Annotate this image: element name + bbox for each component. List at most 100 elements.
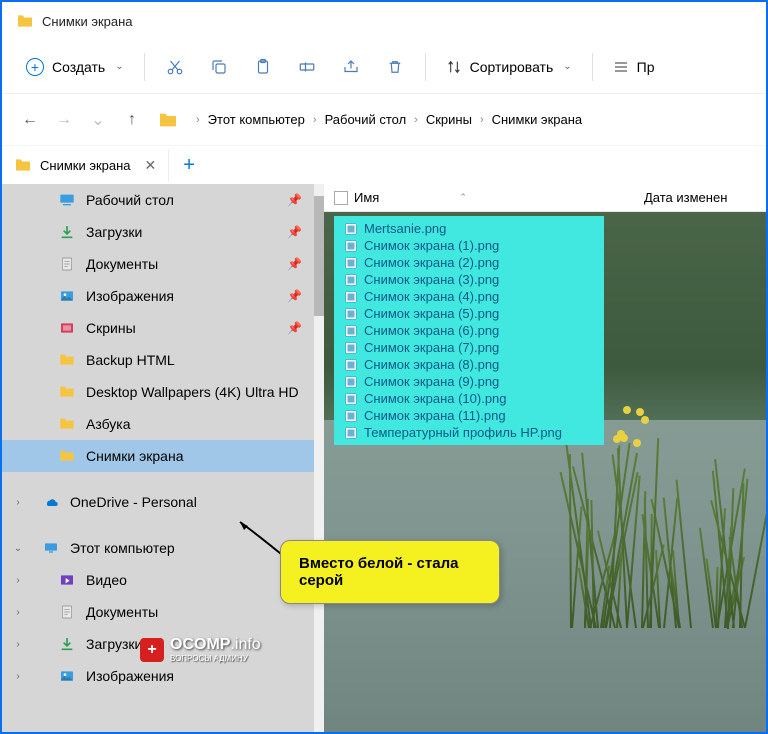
screenshot-icon bbox=[58, 320, 76, 336]
folder-icon bbox=[16, 14, 34, 28]
document-icon bbox=[58, 604, 76, 620]
view-icon bbox=[613, 59, 629, 75]
sidebar-item-label: Изображения bbox=[86, 668, 174, 684]
sidebar-item[interactable]: › Документы bbox=[2, 596, 314, 628]
titlebar: Снимки экрана bbox=[2, 2, 766, 40]
sidebar-onedrive[interactable]: ›OneDrive - Personal bbox=[2, 486, 314, 518]
file-item[interactable]: Снимок экрана (9).png bbox=[342, 373, 596, 390]
folder-icon bbox=[58, 352, 76, 368]
sidebar-item[interactable]: Скрины📌 bbox=[2, 312, 314, 344]
sidebar-item-label: Документы bbox=[86, 604, 158, 620]
file-item[interactable]: Снимок экрана (10).png bbox=[342, 390, 596, 407]
file-item[interactable]: Снимок экрана (2).png bbox=[342, 254, 596, 271]
expand-icon[interactable]: › bbox=[10, 639, 26, 650]
sidebar-item[interactable]: Документы📌 bbox=[2, 248, 314, 280]
rename-button[interactable] bbox=[287, 49, 327, 85]
scrollbar-thumb[interactable] bbox=[314, 196, 324, 316]
copy-button[interactable] bbox=[199, 49, 239, 85]
image-file-icon bbox=[344, 307, 358, 321]
view-button[interactable]: Пр bbox=[603, 53, 665, 81]
sidebar-item-label: Backup HTML bbox=[86, 352, 175, 368]
selected-files: Mertsanie.pngСнимок экрана (1).pngСнимок… bbox=[334, 216, 604, 445]
select-all-checkbox[interactable] bbox=[334, 191, 348, 205]
separator bbox=[425, 53, 426, 81]
close-icon[interactable]: ✕ bbox=[145, 157, 157, 174]
sort-button[interactable]: Сортировать ⌄ bbox=[436, 53, 582, 81]
file-item[interactable]: Снимок экрана (7).png bbox=[342, 339, 596, 356]
sort-asc-icon: ⌃ bbox=[459, 192, 467, 203]
sidebar-item[interactable]: Desktop Wallpapers (4K) Ultra HD bbox=[2, 376, 314, 408]
sidebar-item[interactable]: Снимки экрана bbox=[2, 440, 314, 472]
content-area: Рабочий стол📌Загрузки📌Документы📌Изображе… bbox=[2, 184, 766, 732]
delete-button[interactable] bbox=[375, 49, 415, 85]
pin-icon: 📌 bbox=[287, 225, 302, 239]
file-name: Снимок экрана (3).png bbox=[364, 272, 499, 287]
scrollbar[interactable] bbox=[314, 184, 324, 732]
sidebar-item-label: Загрузки bbox=[86, 224, 142, 240]
forward-button[interactable]: → bbox=[50, 106, 78, 134]
document-icon bbox=[58, 256, 76, 272]
up-button[interactable]: ↑ bbox=[118, 106, 146, 134]
file-item[interactable]: Mertsanie.png bbox=[342, 220, 596, 237]
file-name: Снимок экрана (8).png bbox=[364, 357, 499, 372]
sort-label: Сортировать bbox=[470, 59, 554, 75]
new-tab-button[interactable]: + bbox=[169, 154, 209, 177]
back-button[interactable]: ← bbox=[16, 106, 44, 134]
col-name-label: Имя bbox=[354, 190, 379, 205]
expand-icon[interactable]: › bbox=[10, 607, 26, 618]
file-item[interactable]: Снимок экрана (8).png bbox=[342, 356, 596, 373]
image-file-icon bbox=[344, 290, 358, 304]
pc-icon bbox=[42, 540, 60, 556]
crumb[interactable]: Этот компьютер bbox=[206, 108, 307, 131]
background-wallpaper: Mertsanie.pngСнимок экрана (1).pngСнимок… bbox=[324, 212, 766, 732]
column-name[interactable]: Имя ⌃ bbox=[324, 186, 634, 209]
sidebar-item-label: Видео bbox=[86, 572, 127, 588]
chevron-down-icon: ⌄ bbox=[563, 61, 571, 72]
crumb[interactable]: Рабочий стол bbox=[323, 108, 409, 131]
watermark-badge: + bbox=[140, 638, 164, 662]
collapse-icon[interactable]: ⌄ bbox=[10, 543, 26, 554]
file-item[interactable]: Снимок экрана (5).png bbox=[342, 305, 596, 322]
share-button[interactable] bbox=[331, 49, 371, 85]
expand-icon[interactable]: › bbox=[10, 671, 26, 682]
download-icon bbox=[58, 636, 76, 652]
pictures-icon bbox=[58, 288, 76, 304]
file-name: Снимок экрана (6).png bbox=[364, 323, 499, 338]
watermark-brand: OCOMP bbox=[170, 636, 230, 653]
sidebar-item[interactable]: Изображения📌 bbox=[2, 280, 314, 312]
sidebar-item-label: Этот компьютер bbox=[70, 540, 175, 556]
folder-icon bbox=[58, 384, 76, 400]
file-item[interactable]: Снимок экрана (6).png bbox=[342, 322, 596, 339]
sidebar-item[interactable]: Азбука bbox=[2, 408, 314, 440]
expand-icon[interactable]: › bbox=[10, 497, 26, 508]
column-date[interactable]: Дата изменен bbox=[634, 186, 737, 209]
breadcrumb[interactable]: › Этот компьютер › Рабочий стол › Скрины… bbox=[190, 108, 584, 131]
file-item[interactable]: Снимок экрана (4).png bbox=[342, 288, 596, 305]
tab-screenshots[interactable]: Снимки экрана ✕ bbox=[2, 149, 169, 182]
sidebar-item[interactable]: Загрузки 📌 bbox=[2, 216, 314, 248]
recent-button[interactable]: ⌄ bbox=[84, 106, 112, 134]
expand-icon[interactable]: › bbox=[10, 575, 26, 586]
video-icon bbox=[58, 572, 76, 588]
file-item[interactable]: Снимок экрана (3).png bbox=[342, 271, 596, 288]
file-item[interactable]: Снимок экрана (1).png bbox=[342, 237, 596, 254]
sidebar-item[interactable]: › Изображения bbox=[2, 660, 314, 692]
sidebar-item[interactable]: Рабочий стол📌 bbox=[2, 184, 314, 216]
sidebar-item-label: Рабочий стол bbox=[86, 192, 174, 208]
file-item[interactable]: Снимок экрана (11).png bbox=[342, 407, 596, 424]
crumb[interactable]: Скрины bbox=[424, 108, 474, 131]
watermark-sub: ВОПРОСЫ АДМИНУ bbox=[170, 654, 261, 663]
view-label: Пр bbox=[637, 59, 655, 75]
cut-button[interactable] bbox=[155, 49, 195, 85]
new-label: Создать bbox=[52, 59, 105, 75]
paste-button[interactable] bbox=[243, 49, 283, 85]
folder-icon bbox=[14, 158, 32, 172]
sidebar-item[interactable]: Backup HTML bbox=[2, 344, 314, 376]
chevron-down-icon: ⌄ bbox=[115, 61, 123, 72]
toolbar: + Создать ⌄ Сортировать ⌄ Пр bbox=[2, 40, 766, 94]
tabstrip: Снимки экрана ✕ + bbox=[2, 146, 766, 184]
file-item[interactable]: Температурный профиль HP.png bbox=[342, 424, 596, 441]
crumb[interactable]: Снимки экрана bbox=[490, 108, 585, 131]
new-button[interactable]: + Создать ⌄ bbox=[16, 52, 134, 82]
col-date-label: Дата изменен bbox=[644, 190, 727, 205]
